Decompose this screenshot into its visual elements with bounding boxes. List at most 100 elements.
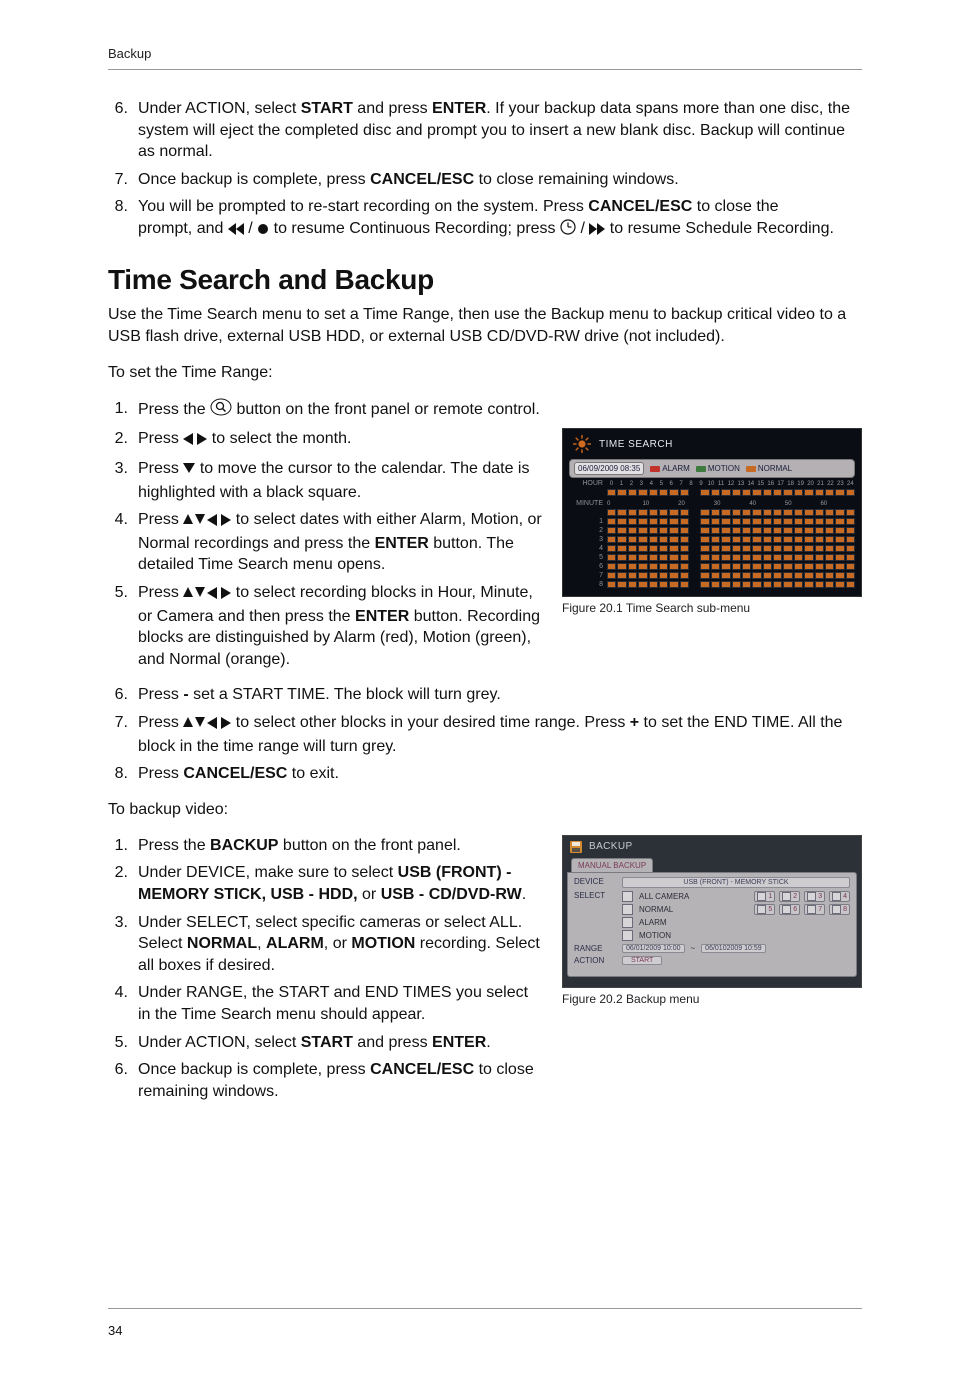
list-item: 6. Once backup is complete, press CANCEL/… [108, 1059, 542, 1102]
range-list-cont: 2. Press to select the month. 3. Press t… [108, 428, 542, 670]
text: Press the [138, 837, 210, 854]
record-icon [257, 220, 269, 242]
legend-motion: MOTION [696, 464, 740, 473]
action-label: ACTION [574, 956, 616, 965]
text: to close remaining windows. [474, 171, 679, 188]
checkbox-icon [622, 904, 633, 915]
running-header: Backup [108, 46, 862, 61]
header-rule [108, 69, 862, 70]
section-title: Time Search and Backup [108, 264, 862, 296]
save-icon [569, 840, 583, 854]
checkbox-icon [622, 891, 633, 902]
text: . [522, 886, 526, 903]
text: Press the [138, 401, 210, 418]
list-item: 4. Press to select dates with either Ala… [108, 509, 542, 576]
list-number: 8. [108, 763, 128, 785]
minute-label: MINUTE [569, 500, 605, 507]
list-item: 4.Under RANGE, the START and END TIMES y… [108, 982, 542, 1025]
camera-badge: 2 [779, 891, 800, 902]
figure-caption: Figure 20.1 Time Search sub-menu [562, 601, 862, 615]
list-number: 1. [108, 398, 128, 423]
range-start: 06/01/2009 10:00 [622, 944, 685, 953]
legend-alarm: ALARM [650, 464, 690, 473]
list-number: 5. [108, 582, 128, 670]
text-bold: MOTION [351, 935, 415, 952]
list-item: 3.Under SELECT, select specific cameras … [108, 912, 542, 977]
top-ordered-list: 6. Under ACTION, select START and press … [108, 98, 862, 242]
text-bold: ENTER [355, 608, 409, 625]
figure-date: 06/09/2009 08:35 [574, 462, 644, 475]
device-label: DEVICE [574, 877, 616, 886]
list-number: 8. [108, 196, 128, 241]
legend-normal: NORMAL [746, 464, 792, 473]
camera-badge: 6 [779, 904, 800, 915]
text: to select the month. [212, 430, 352, 447]
text-bold: BACKUP [210, 837, 278, 854]
minute-scale: 0102030405060 [607, 501, 855, 507]
range-end: 06/0102009 10:59 [701, 944, 765, 953]
text: to select other blocks in your desired t… [236, 714, 630, 731]
text: Press [138, 765, 183, 782]
down-arrow-icon [183, 460, 195, 482]
range-label: RANGE [574, 944, 616, 953]
list-item: 7. Press to select other blocks in your … [108, 712, 862, 757]
list-number: 3. [108, 458, 128, 503]
list-number: 2. [108, 862, 128, 905]
text: Once backup is complete, press [138, 1061, 370, 1078]
list-number: 2. [108, 428, 128, 452]
figure-title: BACKUP [589, 841, 633, 852]
text: Press [138, 430, 183, 447]
text: Under ACTION, select [138, 1034, 301, 1051]
four-way-arrows-icon [183, 511, 231, 533]
list-item: 3. Press to move the cursor to the calen… [108, 458, 542, 503]
text: Under ACTION, select [138, 100, 301, 117]
select-motion: MOTION [639, 931, 671, 940]
text-bold: CANCEL/ESC [370, 1061, 474, 1078]
checkbox-icon [622, 917, 633, 928]
backup-list: 1. Press the BACKUP button on the front p… [108, 835, 542, 1103]
text: and press [353, 100, 432, 117]
text: to resume Schedule Recording. [610, 220, 834, 237]
text: , or [324, 935, 352, 952]
list-number: 5. [108, 1032, 128, 1054]
text: and press [353, 1034, 432, 1051]
camera-badge: 5 [754, 904, 775, 915]
text-bold: USB - CD/DVD-RW [381, 886, 522, 903]
text: Once backup is complete, press [138, 171, 370, 188]
text-bold: ENTER [375, 535, 429, 552]
start-button: START [622, 956, 662, 965]
select-all-camera: ALL CAMERA [639, 892, 689, 901]
text-bold: CANCEL/ESC [370, 171, 474, 188]
list-item: 5. Press to select recording blocks in H… [108, 582, 542, 670]
list-number: 6. [108, 1059, 128, 1102]
list-item: 6. Press - set a START TIME. The block w… [108, 684, 862, 706]
figure-time-search: TIME SEARCH 06/09/2009 08:35 ALARM MOTIO… [562, 428, 862, 615]
backup-label: To backup video: [108, 799, 862, 821]
checkbox-icon [622, 930, 633, 941]
section-intro: Use the Time Search menu to set a Time R… [108, 304, 862, 348]
camera-badge: 4 [829, 891, 850, 902]
text-bold: NORMAL [187, 935, 257, 952]
text: Press [138, 714, 183, 731]
list-number: 1. [108, 835, 128, 857]
list-number: 7. [108, 712, 128, 757]
list-item: 8. You will be prompted to re-start reco… [108, 196, 862, 241]
text: set a START TIME. The block will turn gr… [189, 686, 501, 703]
text: to close the [692, 198, 778, 215]
text: Under DEVICE, make sure to select [138, 864, 398, 881]
list-number: 7. [108, 169, 128, 191]
camera-badge: 8 [829, 904, 850, 915]
text-bold: START [301, 100, 353, 117]
text: to resume Continuous Recording; press [274, 220, 560, 237]
text-bold: ENTER [432, 100, 486, 117]
backup-tab: MANUAL BACKUP [571, 858, 653, 872]
four-way-arrows-icon [183, 714, 231, 736]
text-bold: CANCEL/ESC [588, 198, 692, 215]
figure-backup: BACKUP MANUAL BACKUP DEVICE USB (FRONT) … [562, 835, 862, 1006]
rewind-icon [228, 220, 244, 242]
camera-badge: 7 [804, 904, 825, 915]
hour-scale: 0123456789101112131415161718192021222324 [607, 481, 855, 487]
text: button on the front panel. [278, 837, 460, 854]
text: / [580, 220, 589, 237]
text: Press [138, 584, 183, 601]
